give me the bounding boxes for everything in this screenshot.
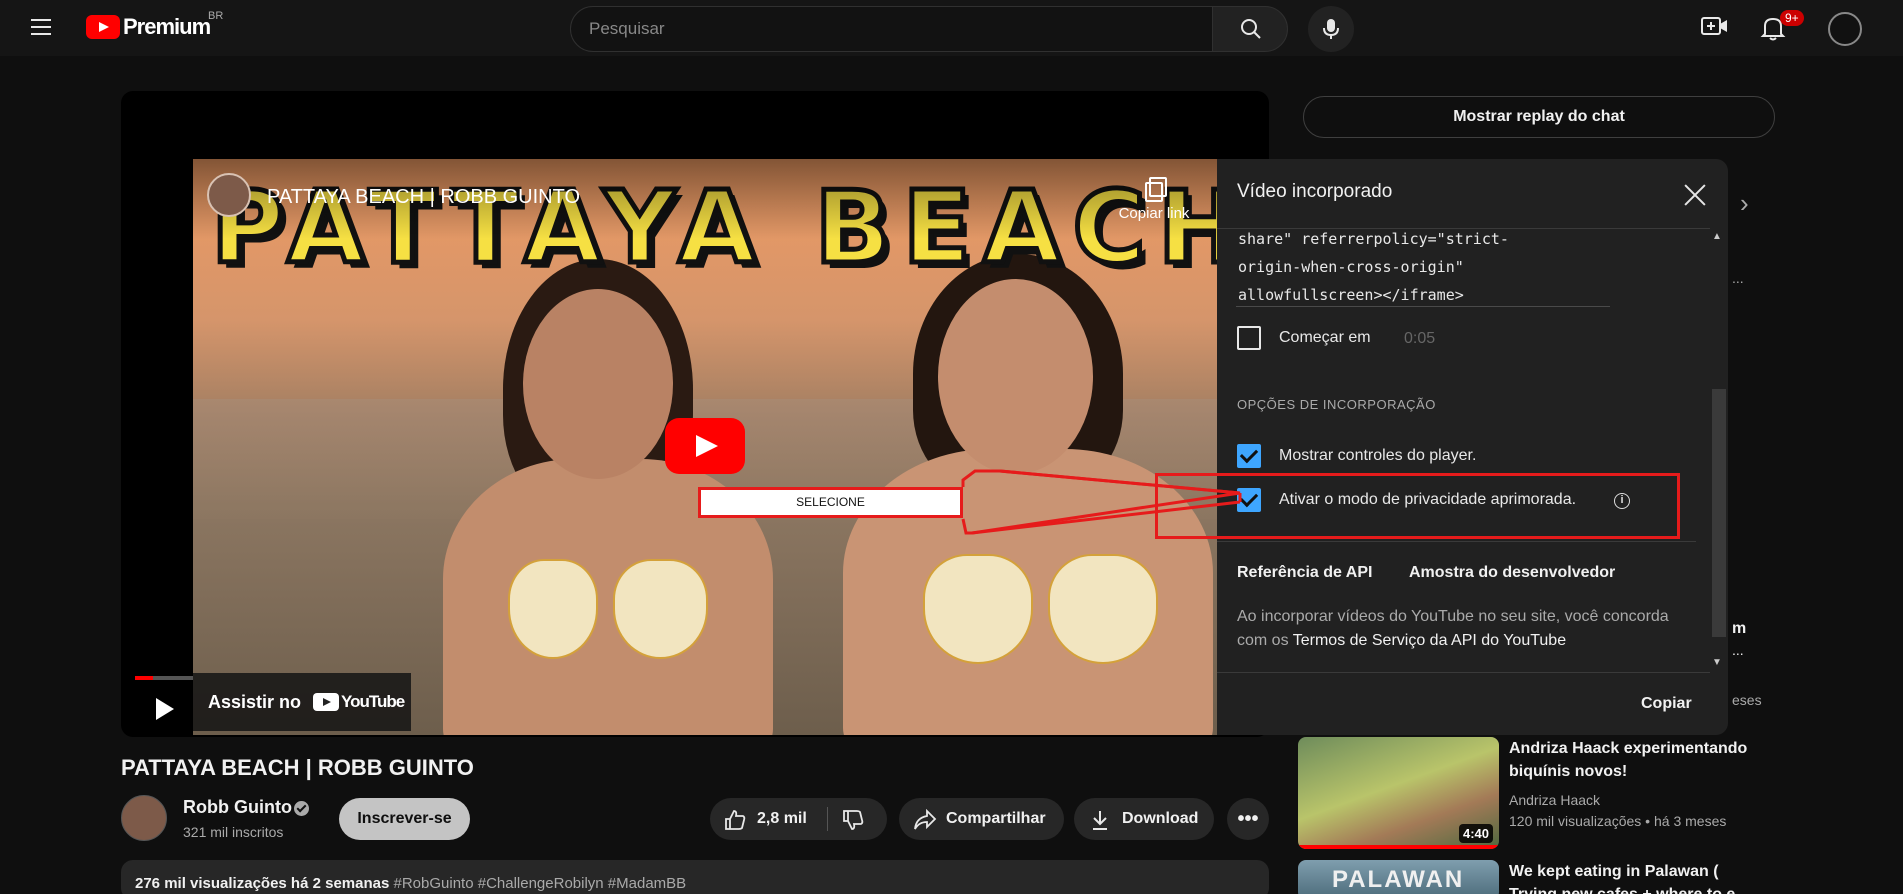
sidebar-fragment: ... [1732, 270, 1744, 286]
like-dislike-group: 2,8 mil [710, 798, 887, 840]
start-time-field[interactable]: 0:05 [1404, 330, 1435, 348]
description-tags[interactable]: #RobGuinto #ChallengeRobilyn #MadamBB [394, 875, 687, 892]
youtube-play-icon [86, 15, 120, 39]
channel-avatar[interactable] [121, 795, 167, 841]
watch-on-youtube-button[interactable]: Assistir no YouTube [193, 673, 411, 731]
video-title: PATTAYA BEACH | ROBB GUINTO [121, 755, 474, 780]
embed-code-textarea[interactable]: share" referrerpolicy="strict- origin-wh… [1238, 225, 1598, 309]
top-bar: Premium BR 9+ [0, 0, 1903, 56]
show-chat-replay-button[interactable]: Mostrar replay do chat [1303, 96, 1775, 138]
subscribe-button[interactable]: Inscrever-se [339, 798, 470, 840]
thumbs-up-icon [725, 810, 746, 830]
brand-label: Premium [123, 14, 211, 39]
close-icon[interactable] [1681, 181, 1709, 209]
recommended-thumbnail[interactable]: PALAWAN [1298, 860, 1499, 894]
voice-search-button[interactable] [1308, 6, 1354, 52]
start-at-checkbox[interactable] [1237, 326, 1261, 350]
subscriber-count: 321 mil inscritos [183, 824, 284, 840]
share-label: Compartilhar [946, 810, 1046, 827]
dialog-title: Vídeo incorporado [1237, 181, 1393, 202]
video-add-icon [1701, 17, 1727, 35]
chevron-right-icon[interactable]: › [1740, 188, 1749, 219]
divider [1217, 541, 1696, 542]
api-reference-link[interactable]: Referência de API [1237, 564, 1372, 582]
youtube-logo[interactable]: Premium BR [86, 10, 223, 40]
search-box [570, 6, 1213, 52]
recommended-thumbnail[interactable]: 4:40 [1298, 737, 1499, 849]
annotation-label: SELECIONE [698, 487, 963, 518]
download-icon [1093, 811, 1107, 830]
player-progress-bar[interactable] [135, 676, 193, 680]
copy-link-button[interactable]: Copiar link [1109, 177, 1199, 222]
recommended-channel[interactable]: Andriza Haack [1509, 790, 1600, 810]
more-actions-button[interactable]: ••• [1227, 798, 1269, 840]
account-avatar[interactable] [1828, 12, 1862, 46]
search-input[interactable] [571, 7, 1212, 51]
copy-button[interactable]: Copiar [1641, 695, 1692, 713]
thumbnail-text: PALAWAN [1332, 866, 1465, 893]
sidebar-fragment: eses [1732, 692, 1762, 708]
developer-sample-link[interactable]: Amostra do desenvolvedor [1409, 564, 1615, 582]
description-stats: 276 mil visualizações há 2 semanas [135, 875, 390, 892]
recommended-video-title[interactable]: Andriza Haack experimentando biquínis no… [1509, 737, 1759, 783]
watch-on-label: Assistir no [208, 691, 302, 712]
menu-icon[interactable] [28, 16, 56, 40]
like-button[interactable]: 2,8 mil [710, 798, 827, 840]
video-duration: 4:40 [1458, 824, 1493, 843]
like-count: 2,8 mil [757, 810, 807, 827]
embed-video-dialog: Vídeo incorporado share" referrerpolicy=… [1217, 159, 1728, 735]
play-icon[interactable] [152, 696, 178, 722]
thumbs-down-icon [843, 810, 864, 830]
youtube-logo-icon: YouTube [313, 692, 405, 712]
copy-link-label: Copiar link [1118, 205, 1190, 222]
terms-text: Ao incorporar vídeos do YouTube no seu s… [1237, 608, 1669, 649]
embed-video-title[interactable]: PATTAYA BEACH | ROBB GUINTO [267, 186, 580, 209]
copy-icon [1143, 177, 1167, 202]
annotation-highlight-box [1155, 473, 1680, 539]
show-player-controls-label[interactable]: Mostrar controles do player. [1279, 447, 1476, 465]
download-label: Download [1122, 810, 1199, 827]
terms-of-service-link[interactable]: Termos de Serviço da API do YouTube [1293, 632, 1566, 649]
region-code: BR [208, 10, 224, 22]
channel-name[interactable]: Robb Guinto [183, 797, 292, 818]
more-icon: ••• [1237, 808, 1259, 830]
scroll-down-arrow-icon[interactable]: ▼ [1712, 657, 1722, 668]
description-box[interactable]: 276 mil visualizações há 2 semanas #RobG… [121, 860, 1269, 894]
notification-count-badge: 9+ [1780, 10, 1804, 26]
divider [1217, 672, 1710, 673]
download-button[interactable]: Download [1074, 798, 1214, 840]
start-at-label[interactable]: Começar em [1279, 329, 1371, 347]
search-icon [1241, 19, 1261, 39]
verified-icon [294, 801, 309, 816]
sidebar-fragment: m [1732, 620, 1747, 637]
share-icon [914, 809, 937, 830]
microphone-icon [1323, 19, 1339, 39]
search-button[interactable] [1212, 6, 1288, 52]
recommended-meta: 120 mil visualizações • há 3 meses [1509, 813, 1727, 829]
embed-preview[interactable]: PATTAYA BEACH PATTAYA BEACH | ROBB GUINT… [193, 159, 1217, 735]
embed-channel-avatar[interactable] [207, 173, 251, 217]
scroll-up-arrow-icon[interactable]: ▲ [1712, 231, 1722, 242]
create-video-button[interactable] [1700, 14, 1732, 42]
share-button[interactable]: Compartilhar [899, 798, 1064, 840]
show-player-controls-checkbox[interactable] [1237, 444, 1261, 468]
recommended-video-title[interactable]: We kept eating in Palawan ( Trying new c… [1509, 860, 1759, 894]
dislike-button[interactable] [828, 798, 887, 840]
embed-options-heading: OPÇÕES DE INCORPORAÇÃO [1237, 397, 1436, 412]
sidebar-fragment: ... [1732, 642, 1744, 658]
dialog-scrollbar[interactable] [1712, 389, 1726, 637]
large-play-button[interactable] [665, 418, 745, 474]
